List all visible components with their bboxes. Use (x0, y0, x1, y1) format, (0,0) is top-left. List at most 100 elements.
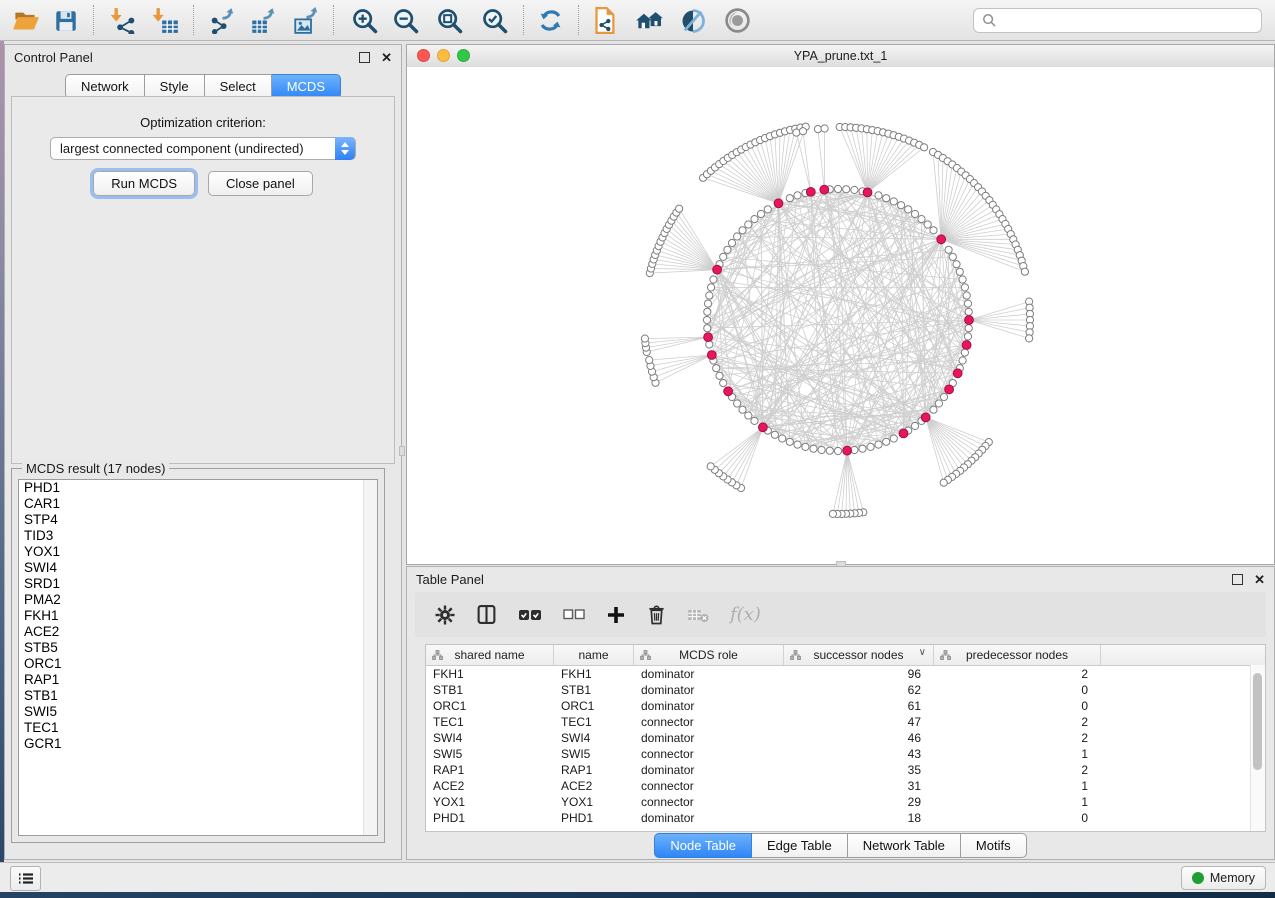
mcds-result-item[interactable]: SWI4 (19, 560, 377, 576)
table-row[interactable]: YOX1YOX1connector291 (426, 794, 1265, 810)
mcds-result-item[interactable]: STB5 (19, 640, 377, 656)
float-panel-icon[interactable] (359, 52, 370, 63)
import-table-icon[interactable] (148, 4, 182, 37)
open-file-icon[interactable] (8, 4, 42, 37)
table-row[interactable]: TEC1TEC1connector472 (426, 714, 1265, 730)
table-row[interactable]: FKH1FKH1dominator962 (426, 666, 1265, 682)
delete-table-icon[interactable] (687, 607, 709, 623)
mcds-result-item[interactable]: YOX1 (19, 544, 377, 560)
optimization-criterion-label: Optimization criterion: (12, 115, 394, 130)
mcds-result-title: MCDS result (17 nodes) (22, 461, 169, 476)
table-row[interactable]: STB1STB1dominator620 (426, 682, 1265, 698)
table-row[interactable]: ORC1ORC1dominator610 (426, 698, 1265, 714)
table-tab-motifs[interactable]: Motifs (961, 833, 1027, 858)
function-builder-icon[interactable]: f(x) (730, 604, 761, 625)
close-panel-button[interactable]: Close panel (208, 171, 313, 196)
mcds-result-item[interactable]: TEC1 (19, 720, 377, 736)
table-row[interactable]: RAP1RAP1dominator352 (426, 762, 1265, 778)
settings-gear-icon[interactable] (435, 605, 455, 625)
visual-style-icon[interactable] (676, 4, 710, 37)
table-tab-network-table[interactable]: Network Table (848, 833, 961, 858)
add-column-icon[interactable] (606, 605, 626, 625)
memory-button[interactable]: Memory (1181, 866, 1266, 890)
column-header-name[interactable]: name (554, 645, 634, 665)
network-graph (407, 67, 1274, 564)
table-tab-node-table[interactable]: Node Table (654, 833, 752, 858)
network-window-titlebar[interactable]: YPA_prune.txt_1 (407, 45, 1274, 68)
run-mcds-button[interactable]: Run MCDS (93, 171, 195, 196)
table-row[interactable]: ACE2ACE2connector311 (426, 778, 1265, 794)
mcds-result-item[interactable]: GCR1 (19, 736, 377, 752)
criterion-value: largest connected component (undirected) (60, 141, 304, 156)
table-toolbar: f(x) (415, 592, 1266, 637)
mcds-result-item[interactable]: STB1 (19, 688, 377, 704)
float-table-panel-icon[interactable] (1232, 574, 1243, 585)
select-stepper-icon (335, 137, 355, 160)
network-canvas[interactable] (407, 67, 1274, 564)
table-scrollbar[interactable] (1250, 665, 1265, 831)
table-tab-edge-table[interactable]: Edge Table (752, 833, 848, 858)
table-row[interactable]: SWI5SWI5connector431 (426, 746, 1265, 762)
memory-status-icon (1192, 872, 1204, 884)
export-network-icon[interactable] (205, 4, 239, 37)
control-panel: Control Panel ✕ NetworkStyleSelectMCDS O… (4, 44, 402, 860)
toolbar-separator (93, 5, 94, 35)
table-header-row: shared name name MCDS role successor nod… (426, 645, 1265, 666)
mcds-result-list[interactable]: PHD1CAR1STP4TID3YOX1SWI4SRD1PMA2FKH1ACE2… (18, 479, 378, 836)
mcds-list-scrollbar[interactable] (363, 480, 377, 835)
table-tabs: Node TableEdge TableNetwork TableMotifs (407, 833, 1274, 858)
preview-eye-icon[interactable] (720, 4, 754, 37)
mcds-result-item[interactable]: RAP1 (19, 672, 377, 688)
mcds-result-item[interactable]: PMA2 (19, 592, 377, 608)
optimization-criterion-select[interactable]: largest connected component (undirected) (50, 137, 356, 160)
export-table-icon[interactable] (246, 4, 280, 37)
close-window-icon[interactable] (417, 49, 430, 62)
mcds-result-items: PHD1CAR1STP4TID3YOX1SWI4SRD1PMA2FKH1ACE2… (19, 480, 377, 752)
share-document-icon[interactable] (588, 4, 622, 37)
zoom-fit-icon[interactable] (433, 4, 467, 37)
mcds-result-item[interactable]: CAR1 (19, 496, 377, 512)
mcds-result-item[interactable]: FKH1 (19, 608, 377, 624)
search-box[interactable] (973, 8, 1262, 33)
import-network-icon[interactable] (106, 4, 140, 37)
table-row[interactable]: PHD1PHD1dominator180 (426, 810, 1265, 826)
column-header-successor-nodes[interactable]: successor nodes∨ (784, 645, 934, 665)
delete-column-icon[interactable] (647, 604, 666, 625)
mcds-result-item[interactable]: PHD1 (19, 480, 377, 496)
zoom-in-icon[interactable] (348, 4, 382, 37)
zoom-out-icon[interactable] (389, 4, 423, 37)
search-input[interactable] (1003, 12, 1253, 29)
select-all-check-icon[interactable] (518, 608, 542, 622)
table-panel: Table Panel ✕ f(x) shared name (406, 566, 1275, 860)
table-body: FKH1FKH1dominator962STB1STB1dominator620… (426, 666, 1265, 826)
export-image-icon[interactable] (289, 4, 323, 37)
maximize-window-icon[interactable] (457, 49, 470, 62)
mcds-result-item[interactable]: TID3 (19, 528, 377, 544)
mcds-result-item[interactable]: STP4 (19, 512, 377, 528)
column-header-shared-name[interactable]: shared name (426, 645, 554, 665)
vertical-splitter-grip[interactable] (399, 446, 405, 456)
column-visibility-icon[interactable] (476, 604, 497, 625)
control-panel-title: Control Panel (14, 50, 93, 65)
close-table-panel-icon[interactable]: ✕ (1254, 575, 1265, 584)
mcds-result-item[interactable]: SWI5 (19, 704, 377, 720)
close-panel-icon[interactable]: ✕ (381, 53, 392, 62)
sort-desc-icon[interactable]: ∨ (919, 647, 926, 658)
main-toolbar (0, 0, 1275, 41)
table-scrollbar-thumb[interactable] (1253, 673, 1262, 770)
mcds-result-item[interactable]: SRD1 (19, 576, 377, 592)
minimize-window-icon[interactable] (437, 49, 450, 62)
mcds-result-group: MCDS result (17 nodes) PHD1CAR1STP4TID3Y… (11, 468, 385, 843)
network-home-icon[interactable] (632, 4, 666, 37)
save-session-icon[interactable] (49, 4, 83, 37)
zoom-selected-icon[interactable] (478, 4, 512, 37)
deselect-all-icon[interactable] (563, 608, 585, 621)
table-row[interactable]: SWI4SWI4dominator462 (426, 730, 1265, 746)
toolbar-separator (333, 5, 334, 35)
column-header-predecessor-nodes[interactable]: predecessor nodes (934, 645, 1101, 665)
column-header-MCDS-role[interactable]: MCDS role (634, 645, 784, 665)
refresh-layout-icon[interactable] (533, 4, 567, 37)
mcds-result-item[interactable]: ACE2 (19, 624, 377, 640)
task-history-button[interactable] (10, 866, 41, 891)
mcds-result-item[interactable]: ORC1 (19, 656, 377, 672)
